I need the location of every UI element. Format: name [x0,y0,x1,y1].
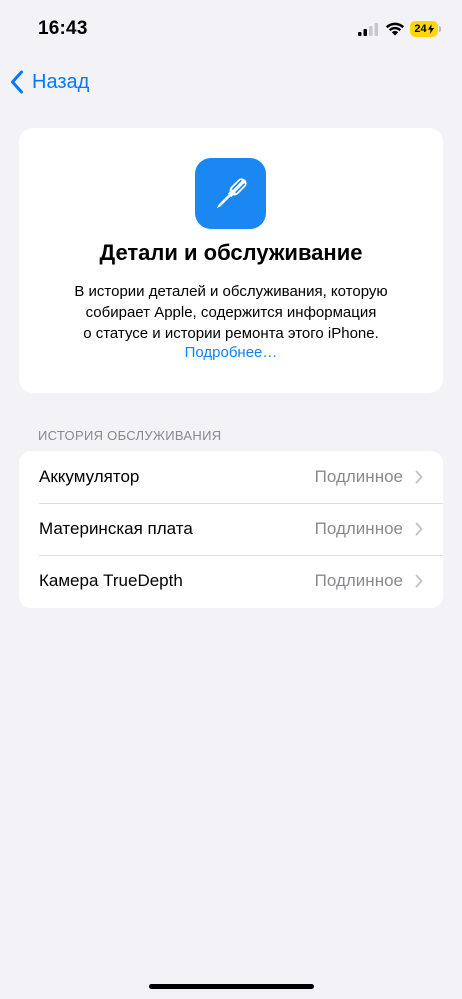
wifi-icon [385,22,405,36]
status-time: 16:43 [38,18,88,39]
back-label: Назад [32,70,90,93]
home-indicator[interactable] [149,984,314,989]
status-bar: 16:43 24 [0,0,462,56]
row-value: Подлинное [314,519,403,538]
chevron-right-icon [415,522,423,536]
chevron-left-icon [11,70,23,94]
screwdriver-icon [195,158,266,229]
charging-bolt-icon [427,24,434,34]
row-value: Подлинное [314,571,403,590]
list-item-truedepth-camera[interactable]: Камера TrueDepth Подлинное [19,555,443,607]
list-item-battery[interactable]: Аккумулятор Подлинное [19,451,443,503]
row-label: Аккумулятор [39,467,140,486]
battery-level: 24 [414,23,427,35]
page-title: Детали и обслуживание [99,240,363,265]
cellular-signal-icon [358,23,378,36]
row-value: Подлинное [314,467,403,486]
battery-icon: 24 [410,21,438,37]
service-history-section-title: ИСТОРИЯ ОБСЛУЖИВАНИЯ [38,428,222,443]
row-label: Камера TrueDepth [39,571,183,590]
back-button[interactable]: Назад [10,66,89,98]
chevron-right-icon [415,470,423,484]
description-line: собирает Apple, содержится информация [85,304,377,321]
parts-service-header-card: Детали и обслуживание В истории деталей … [19,128,443,393]
description-line: В истории деталей и обслуживания, котору… [74,283,388,300]
battery-cap [439,26,441,32]
service-history-list: Аккумулятор Подлинное Материнская плата … [19,451,443,608]
card-description: В истории деталей и обслуживания, котору… [39,281,423,344]
chevron-right-icon [415,574,423,588]
list-item-logic-board[interactable]: Материнская плата Подлинное [19,503,443,555]
learn-more-link[interactable]: Подробнее… [19,344,443,361]
description-line: о статусе и истории ремонта этого iPhone… [83,325,379,342]
row-label: Материнская плата [39,519,193,538]
